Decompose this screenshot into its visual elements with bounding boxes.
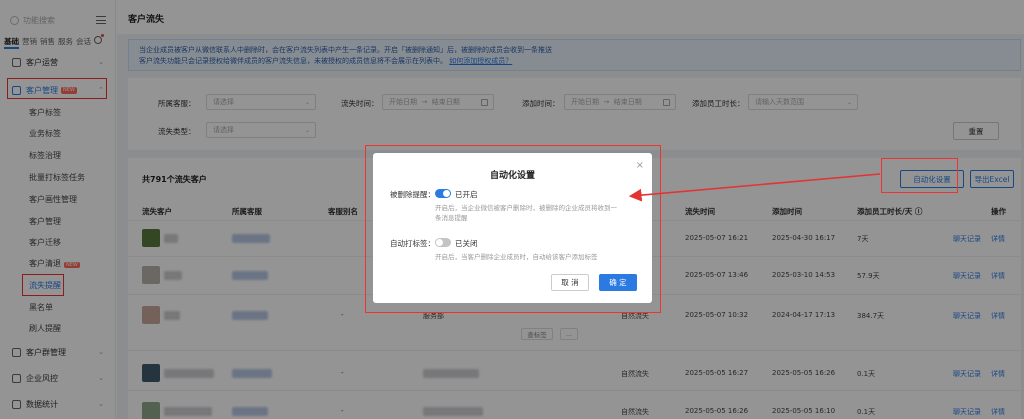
delete-alert-desc-1: 开启后，当企业微信被客户删除时，被删除的企业成员将收到一 (435, 204, 617, 212)
auto-tag-label: 自动打标签： (390, 239, 435, 248)
auto-tag-state: 已关闭 (455, 239, 478, 248)
delete-alert-toggle[interactable] (435, 189, 451, 198)
toggle-knob (443, 190, 450, 197)
cancel-button[interactable]: 取 消 (551, 274, 589, 291)
auto-tag-toggle[interactable] (435, 238, 451, 247)
delete-alert-desc-2: 条消息提醒 (435, 214, 468, 222)
auto-tag-desc: 开启后，当客户删除企业成员时，自动给该客户添加标签 (435, 253, 598, 261)
dialog-title: 自动化设置 (489, 171, 535, 181)
close-icon[interactable]: × (636, 160, 644, 171)
annotation-box-button (881, 158, 958, 193)
automation-settings-dialog: 自动化设置 × 被删除提醒： 已开启 开启后，当企业微信被客户删除时，被删除的企… (373, 153, 652, 303)
delete-alert-label: 被删除提醒： (390, 190, 435, 199)
confirm-button[interactable]: 确 定 (599, 274, 637, 291)
delete-alert-state: 已开启 (455, 190, 478, 199)
toggle-knob (436, 239, 443, 246)
